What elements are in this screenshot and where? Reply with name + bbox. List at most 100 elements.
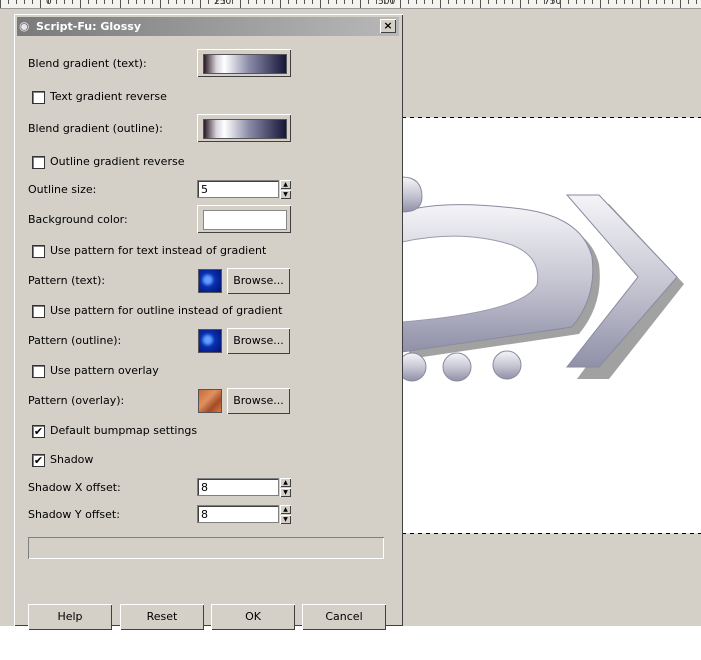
blend-gradient-outline-label: Blend gradient (outline): xyxy=(28,122,163,135)
image-canvas[interactable] xyxy=(402,117,701,534)
ruler-tick xyxy=(696,0,697,4)
ruler-tick xyxy=(624,0,625,4)
ruler-tick xyxy=(496,0,497,4)
shadow-x-offset-spinner[interactable]: 8 ▲ ▼ xyxy=(197,478,291,498)
ruler-tick xyxy=(520,0,521,8)
use-pattern-outline-label: Use pattern for outline instead of gradi… xyxy=(50,304,283,317)
ruler-tick xyxy=(336,0,337,4)
pattern-text-browse-button[interactable]: Browse... xyxy=(227,268,290,294)
ruler-tick xyxy=(312,0,313,4)
use-pattern-text-checkbox[interactable] xyxy=(32,245,45,258)
shadow-y-offset-field[interactable]: 8 xyxy=(197,505,279,523)
glossy-logo-art xyxy=(402,176,684,382)
background-color-button[interactable] xyxy=(197,205,291,233)
ruler-tick xyxy=(552,0,553,4)
outline-gradient-reverse-checkbox[interactable] xyxy=(32,156,45,169)
ruler-tick xyxy=(536,0,537,4)
dialog-title: Script-Fu: Glossy xyxy=(36,20,141,33)
ruler-tick xyxy=(616,0,617,4)
blend-gradient-text-label: Blend gradient (text): xyxy=(28,57,147,70)
ruler-tick xyxy=(160,0,161,8)
help-button[interactable]: Help xyxy=(28,604,112,630)
horizontal-ruler: 0 250 500 750 xyxy=(0,0,701,9)
spin-up-icon[interactable]: ▲ xyxy=(280,505,291,514)
ruler-tick xyxy=(232,0,233,4)
script-fu-glossy-dialog: ◉ Script-Fu: Glossy × Blend gradient (te… xyxy=(14,14,403,630)
ruler-tick xyxy=(448,0,449,4)
ruler-tick xyxy=(576,0,577,4)
ruler-tick xyxy=(32,0,33,4)
ruler-tick xyxy=(512,0,513,4)
gimp-icon: ◉ xyxy=(19,19,30,33)
ruler-tick xyxy=(16,0,17,4)
pattern-overlay-browse-button[interactable]: Browse... xyxy=(227,388,290,414)
shadow-label: Shadow xyxy=(50,453,94,466)
ruler-tick xyxy=(560,0,561,8)
shadow-x-offset-field[interactable]: 8 xyxy=(197,478,279,496)
ruler-tick xyxy=(96,0,97,4)
pattern-text-swatch[interactable] xyxy=(198,269,222,293)
ruler-tick xyxy=(240,0,241,8)
ruler-tick xyxy=(376,0,377,4)
ruler-tick xyxy=(392,0,393,4)
blend-gradient-outline-button[interactable] xyxy=(197,114,291,142)
ruler-tick xyxy=(64,0,65,4)
shadow-y-offset-spinner[interactable]: 8 ▲ ▼ xyxy=(197,505,291,525)
ruler-tick xyxy=(152,0,153,4)
progress-bar xyxy=(28,537,384,559)
spin-up-icon[interactable]: ▲ xyxy=(280,478,291,487)
ruler-tick xyxy=(168,0,169,4)
use-pattern-overlay-label: Use pattern overlay xyxy=(50,364,159,377)
ruler-tick xyxy=(656,0,657,4)
ruler-tick xyxy=(192,0,193,4)
ruler-tick xyxy=(88,0,89,4)
text-gradient-reverse-checkbox[interactable] xyxy=(32,91,45,104)
ruler-tick xyxy=(248,0,249,4)
ruler-tick xyxy=(592,0,593,4)
ruler-tick xyxy=(104,0,105,4)
ruler-tick xyxy=(456,0,457,4)
default-bumpmap-checkbox[interactable]: ✔ xyxy=(32,425,45,438)
ruler-tick xyxy=(280,0,281,8)
spin-down-icon[interactable]: ▼ xyxy=(280,515,291,524)
gradient-swatch xyxy=(203,54,287,74)
ruler-tick xyxy=(56,0,57,4)
ruler-tick xyxy=(384,0,385,4)
use-pattern-outline-checkbox[interactable] xyxy=(32,305,45,318)
ruler-tick xyxy=(480,0,481,8)
ruler-tick xyxy=(688,0,689,4)
ruler-tick xyxy=(200,0,201,8)
background-color-label: Background color: xyxy=(28,213,128,226)
ruler-tick xyxy=(296,0,297,4)
ruler-tick xyxy=(360,0,361,8)
pattern-outline-browse-button[interactable]: Browse... xyxy=(227,328,290,354)
close-button[interactable]: × xyxy=(380,19,396,33)
shadow-x-offset-label: Shadow X offset: xyxy=(28,481,121,494)
reset-button[interactable]: Reset xyxy=(120,604,204,630)
ruler-tick xyxy=(440,0,441,8)
use-pattern-overlay-checkbox[interactable] xyxy=(32,365,45,378)
ruler-tick xyxy=(672,0,673,4)
ruler-tick xyxy=(400,0,401,8)
ruler-tick xyxy=(272,0,273,4)
pattern-overlay-swatch[interactable] xyxy=(198,389,222,413)
spin-down-icon[interactable]: ▼ xyxy=(280,488,291,497)
text-gradient-reverse-label: Text gradient reverse xyxy=(50,90,167,103)
cancel-button[interactable]: Cancel xyxy=(302,604,386,630)
pattern-outline-swatch[interactable] xyxy=(198,329,222,353)
spin-down-icon[interactable]: ▼ xyxy=(280,190,291,199)
ruler-tick xyxy=(600,0,601,8)
ruler-tick xyxy=(328,0,329,4)
shadow-checkbox[interactable]: ✔ xyxy=(32,454,45,467)
dialog-titlebar[interactable]: ◉ Script-Fu: Glossy × xyxy=(17,17,399,36)
outline-size-spinner[interactable]: 5 ▲ ▼ xyxy=(197,180,291,200)
ruler-tick xyxy=(264,0,265,4)
spin-up-icon[interactable]: ▲ xyxy=(280,180,291,189)
blend-gradient-text-button[interactable] xyxy=(197,49,291,77)
ruler-tick xyxy=(680,0,681,8)
ok-button[interactable]: OK xyxy=(211,604,295,630)
shadow-y-offset-label: Shadow Y offset: xyxy=(28,508,120,521)
ruler-tick xyxy=(224,0,225,4)
ruler-tick xyxy=(664,0,665,4)
outline-size-field[interactable]: 5 xyxy=(197,180,279,198)
